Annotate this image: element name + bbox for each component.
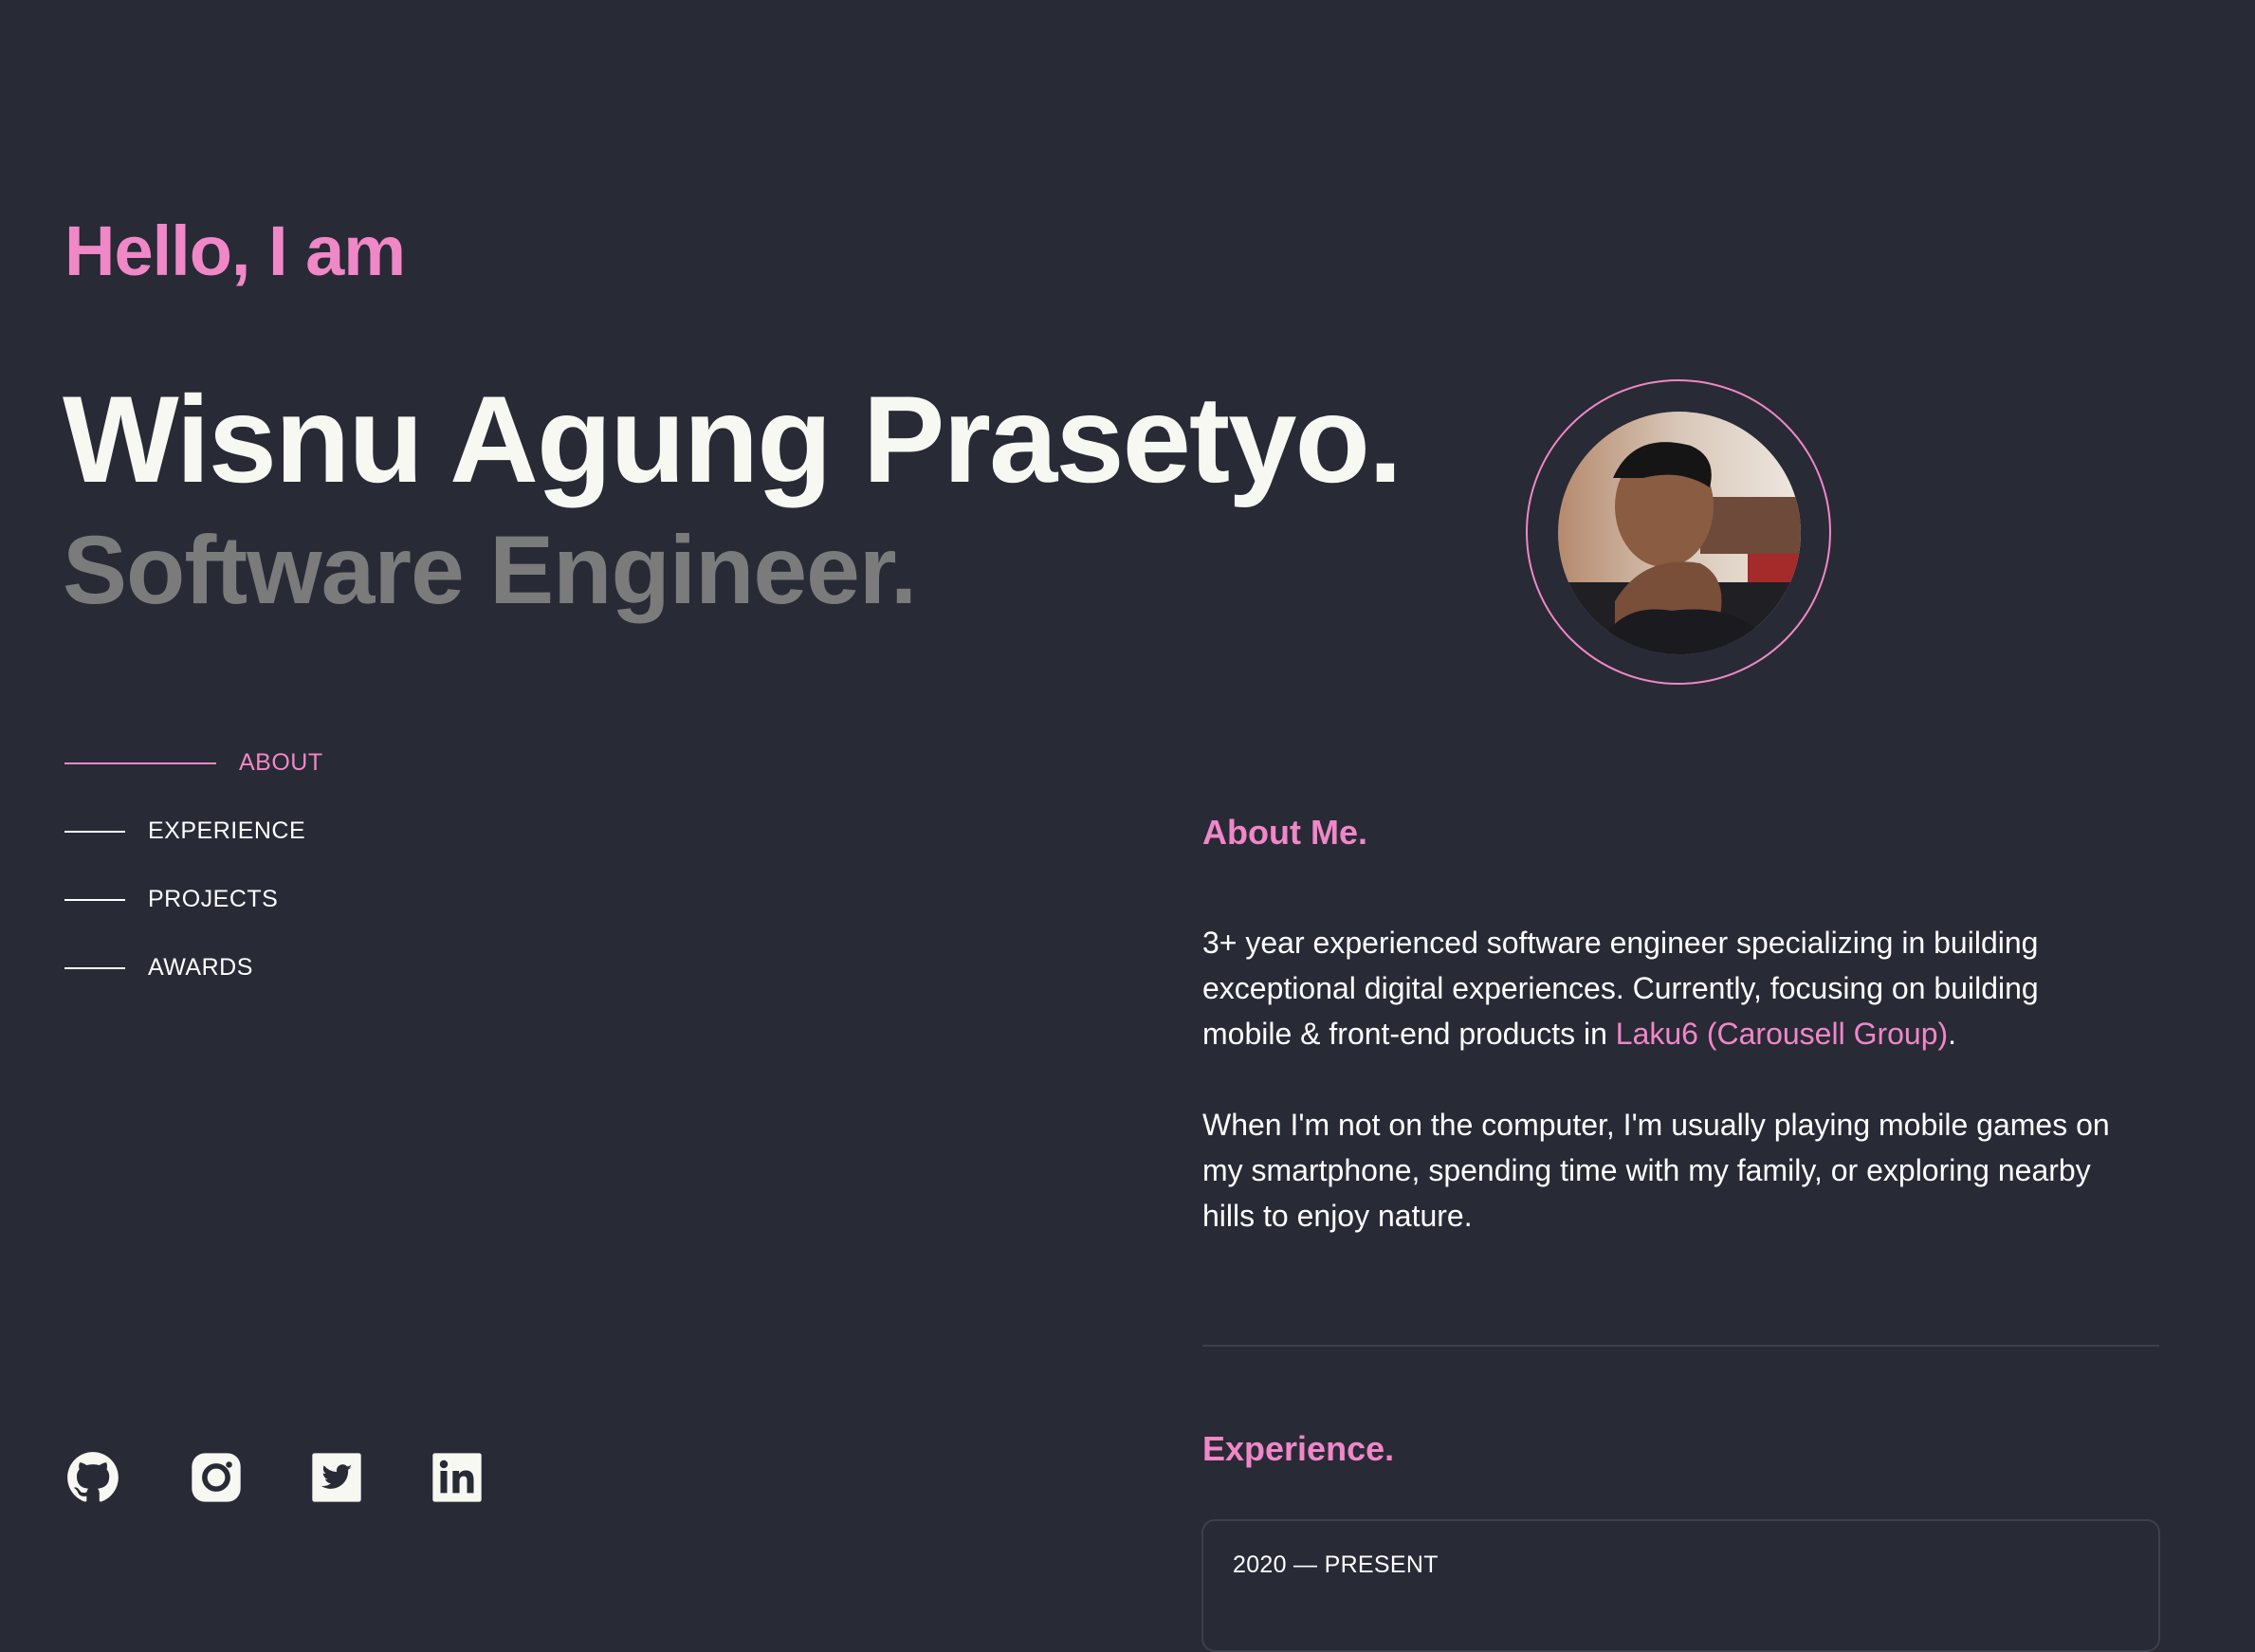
nav-projects-label: PROJECTS xyxy=(148,886,279,912)
hero-name: Wisnu Agung Prasetyo. xyxy=(63,370,1402,508)
experience-card[interactable] xyxy=(1201,1519,2160,1652)
experience-title: Experience. xyxy=(1202,1429,1395,1468)
linkedin-icon[interactable] xyxy=(431,1451,484,1504)
nav-awards-label: AWARDS xyxy=(148,954,253,981)
about-paragraph-2: When I'm not on the computer, I'm usuall… xyxy=(1202,1108,2110,1233)
nav-experience-label: EXPERIENCE xyxy=(148,817,306,844)
nav-about[interactable]: ABOUT xyxy=(64,749,323,777)
section-divider xyxy=(1202,1345,2159,1347)
nav-indicator xyxy=(64,762,216,764)
instagram-icon[interactable] xyxy=(190,1451,243,1504)
twitter-icon[interactable] xyxy=(310,1451,363,1504)
about-paragraph-1: 3+ year experienced software engineer sp… xyxy=(1202,920,2132,1056)
about-title: About Me. xyxy=(1202,813,1367,852)
experience-date: 2020 — PRESENT xyxy=(1233,1551,1439,1578)
avatar-photo xyxy=(1558,412,1801,654)
avatar xyxy=(1558,412,1801,654)
hero-role: Software Engineer. xyxy=(63,516,917,624)
nav-indicator xyxy=(64,966,125,969)
company-link[interactable]: Laku6 (Carousell Group) xyxy=(1616,1017,1948,1051)
nav-about-label: ABOUT xyxy=(239,749,323,776)
about-text-after: . xyxy=(1948,1017,1957,1051)
greeting-text: Hello, I am xyxy=(64,211,406,290)
nav-projects[interactable]: PROJECTS xyxy=(64,886,278,913)
nav-indicator xyxy=(64,898,125,901)
nav-experience[interactable]: EXPERIENCE xyxy=(64,817,305,845)
nav-awards[interactable]: AWARDS xyxy=(64,954,253,982)
github-icon[interactable] xyxy=(66,1451,119,1504)
nav-indicator xyxy=(64,830,125,833)
